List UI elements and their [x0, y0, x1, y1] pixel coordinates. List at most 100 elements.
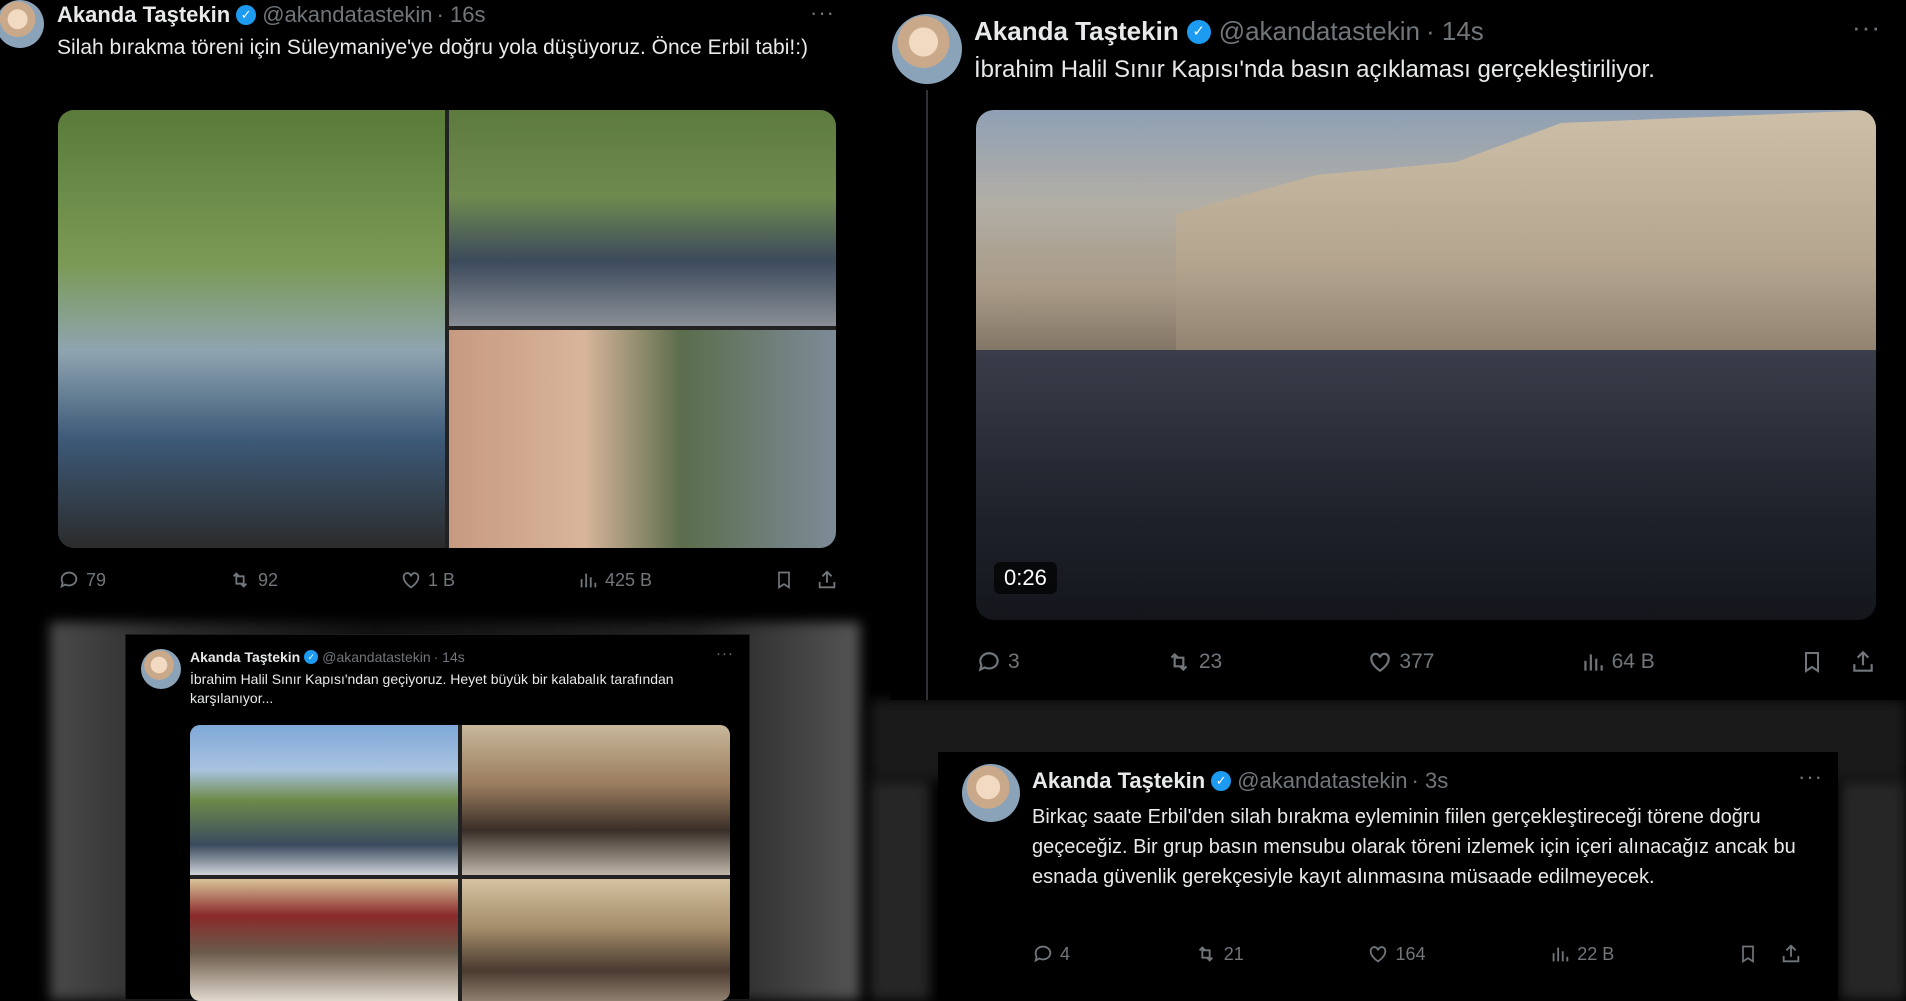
avatar[interactable]	[962, 764, 1020, 822]
author-handle[interactable]: @akandatastekin	[1219, 16, 1420, 47]
views-button[interactable]: 64 B	[1580, 649, 1655, 675]
tweet-1[interactable]: Akanda Taştekin ✓ @akandatastekin · 16s …	[0, 0, 850, 610]
views-count: 22 B	[1577, 943, 1615, 964]
retweet-icon	[1198, 946, 1213, 962]
like-count: 377	[1399, 650, 1435, 673]
like-count: 164	[1395, 943, 1426, 964]
heart-icon	[1370, 652, 1391, 672]
photo-grid	[58, 110, 836, 548]
heart-icon	[402, 572, 420, 589]
tweet-header: Akanda Taştekin ✓ @akandatastekin · 16s	[57, 2, 485, 28]
share-icon[interactable]	[1780, 942, 1802, 966]
retweet-button[interactable]: 23	[1165, 649, 1222, 675]
avatar[interactable]	[0, 0, 44, 48]
reply-button[interactable]: 79	[58, 569, 106, 591]
reply-icon	[1034, 945, 1052, 963]
retweet-count: 23	[1198, 650, 1223, 673]
photo-grid	[190, 725, 730, 1001]
retweet-count: 92	[257, 569, 279, 590]
verified-badge-icon: ✓	[1211, 771, 1232, 791]
retweet-icon	[232, 572, 248, 588]
tweet-text: Silah bırakma töreni için Süleymaniye'ye…	[57, 36, 809, 59]
tweet-actions: 3 23 377 64 B	[976, 648, 1876, 676]
like-count: 1 B	[427, 569, 455, 590]
like-button[interactable]: 1 B	[400, 569, 455, 591]
video-building	[1176, 110, 1876, 370]
author-name[interactable]: Akanda Taştekin	[1032, 768, 1205, 794]
blurred-background	[870, 780, 930, 1000]
like-button[interactable]: 164	[1367, 943, 1426, 965]
tweet-2[interactable]: Akanda Taştekin ✓ @akandatastekin · 14s …	[890, 0, 1906, 700]
photo-tile[interactable]	[462, 879, 730, 1001]
tweet-time[interactable]: · 3s	[1412, 768, 1449, 794]
photo-tile[interactable]	[462, 725, 730, 875]
tweet-header: Akanda Taştekin ✓ @akandatastekin · 3s	[1032, 768, 1448, 794]
reply-icon	[60, 571, 78, 589]
thread-line	[926, 90, 928, 700]
heart-icon	[1370, 946, 1387, 963]
author-name[interactable]: Akanda Taştekin	[190, 649, 300, 665]
author-handle[interactable]: @akandatastekin	[1237, 768, 1407, 794]
avatar[interactable]	[141, 649, 181, 689]
views-count: 425 B	[604, 569, 652, 590]
photo-tile[interactable]	[58, 110, 445, 548]
tweet-time[interactable]: · 16s	[437, 2, 486, 28]
views-icon	[580, 573, 597, 588]
reply-icon	[978, 652, 999, 672]
tweet-actions: 4 21 164 22 B	[1032, 942, 1802, 966]
more-options-icon[interactable]: ···	[1798, 764, 1823, 790]
share-icon[interactable]	[1850, 648, 1876, 676]
views-count: 64 B	[1611, 650, 1655, 673]
retweet-button[interactable]: 21	[1194, 943, 1244, 965]
retweet-count: 21	[1223, 943, 1244, 964]
photo-tile[interactable]	[449, 330, 836, 548]
reply-button[interactable]: 4	[1032, 943, 1070, 965]
tweet-text: İbrahim Halil Sınır Kapısı'ndan geçiyoru…	[190, 671, 674, 706]
retweet-button[interactable]: 92	[228, 569, 278, 591]
tweet-4[interactable]: Akanda Taştekin ✓ @akandatastekin · 3s ·…	[938, 752, 1838, 1000]
tweet-extra-actions	[1738, 942, 1802, 966]
tweet-extra-actions	[1800, 648, 1876, 676]
reply-count: 79	[86, 569, 107, 590]
bookmark-icon[interactable]	[1800, 648, 1824, 676]
retweet-icon	[1170, 652, 1188, 672]
photo-tile[interactable]	[190, 879, 458, 1001]
photo-tile[interactable]	[190, 725, 458, 875]
author-name[interactable]: Akanda Taştekin	[974, 16, 1179, 47]
photo-tile[interactable]	[449, 110, 836, 326]
reply-count: 4	[1060, 943, 1071, 964]
tweet-header: Akanda Taştekin ✓ @akandatastekin · 14s	[190, 649, 465, 665]
share-icon[interactable]	[816, 568, 838, 592]
reply-button[interactable]: 3	[976, 649, 1020, 675]
views-icon	[1552, 947, 1569, 962]
avatar[interactable]	[892, 14, 962, 84]
video-player[interactable]: 0:26	[976, 110, 1876, 620]
blurred-background	[1840, 780, 1906, 1000]
views-button[interactable]: 425 B	[577, 569, 652, 591]
more-options-icon[interactable]: ···	[810, 0, 835, 26]
verified-badge-icon: ✓	[236, 5, 257, 25]
views-icon	[1583, 654, 1603, 671]
bookmark-icon[interactable]	[774, 568, 794, 592]
author-name[interactable]: Akanda Taştekin	[57, 2, 230, 28]
tweet-header: Akanda Taştekin ✓ @akandatastekin · 14s	[974, 16, 1484, 47]
author-handle[interactable]: @akandatastekin	[262, 2, 432, 28]
video-duration: 0:26	[994, 562, 1057, 594]
tweet-text: Birkaç saate Erbil'den silah bırakma eyl…	[1032, 806, 1796, 888]
tweet-time[interactable]: · 14s	[1426, 16, 1484, 47]
like-button[interactable]: 377	[1367, 649, 1434, 675]
reply-count: 3	[1008, 650, 1020, 673]
verified-badge-icon: ✓	[304, 650, 319, 664]
bookmark-icon[interactable]	[1738, 942, 1758, 966]
tweet-3[interactable]: Akanda Taştekin ✓ @akandatastekin · 14s …	[125, 634, 750, 1001]
tweet-actions: 79 92 1 B 425 B	[58, 568, 838, 592]
views-button[interactable]: 22 B	[1549, 943, 1614, 965]
more-options-icon[interactable]: ···	[1852, 12, 1881, 43]
tweet-extra-actions	[774, 568, 838, 592]
tweet-text: İbrahim Halil Sınır Kapısı'nda basın açı…	[974, 56, 1655, 83]
tweet-time[interactable]: · 14s	[434, 649, 465, 665]
verified-badge-icon: ✓	[1186, 19, 1211, 44]
author-handle[interactable]: @akandatastekin	[322, 649, 430, 665]
video-crowd	[976, 350, 1876, 620]
more-options-icon[interactable]: ···	[716, 645, 734, 662]
